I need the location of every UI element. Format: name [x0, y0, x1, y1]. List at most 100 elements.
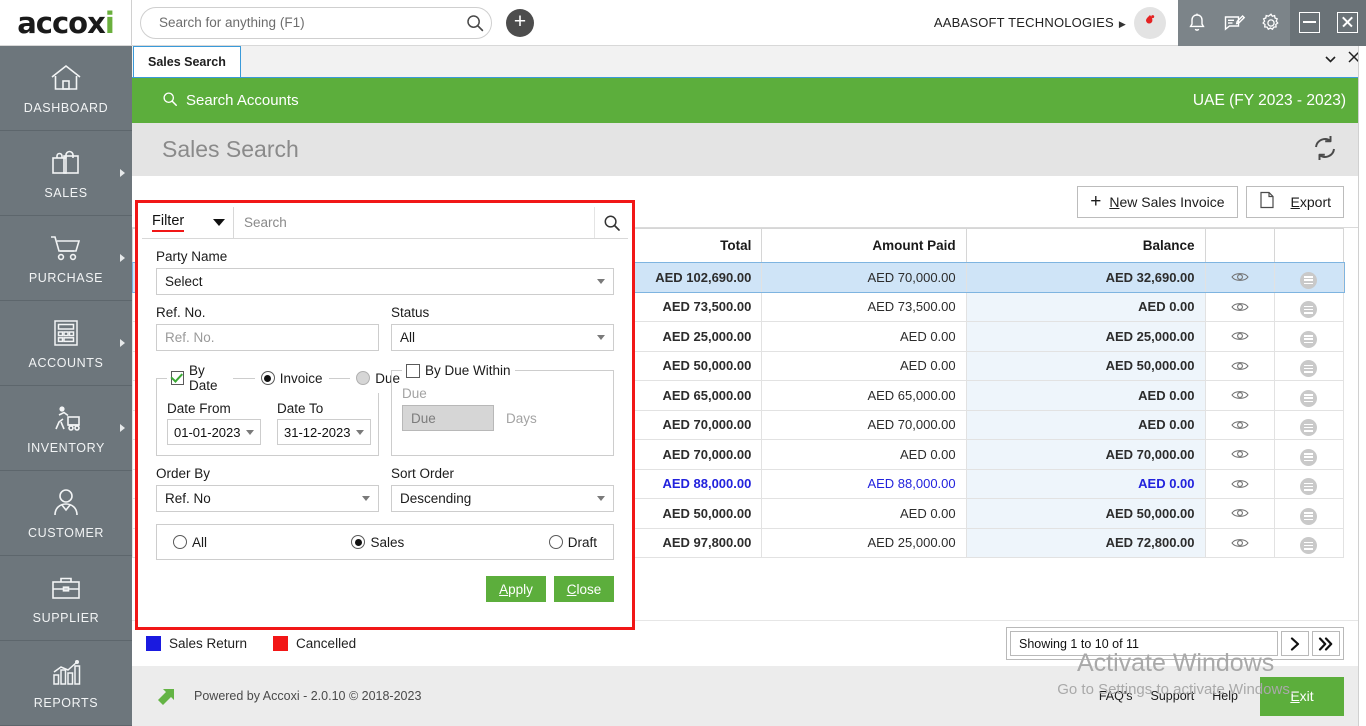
- hamburger-menu-icon[interactable]: [1300, 537, 1317, 554]
- by-date-checkbox-wrap[interactable]: By Date: [171, 363, 227, 393]
- due-days-input[interactable]: Due: [402, 405, 494, 431]
- col-amount-paid[interactable]: Amount Paid: [762, 229, 966, 263]
- next-page-button[interactable]: [1281, 631, 1309, 656]
- link-faqs[interactable]: FAQ's: [1099, 689, 1133, 703]
- sidebar-item-dashboard[interactable]: DASHBOARD: [0, 46, 132, 131]
- row-view-button[interactable]: [1205, 528, 1274, 558]
- window-minimize-button[interactable]: [1299, 12, 1320, 33]
- invoice-radio-wrap[interactable]: Invoice: [261, 371, 323, 386]
- row-view-button[interactable]: [1205, 410, 1274, 440]
- eye-icon[interactable]: [1216, 301, 1264, 313]
- chevron-down-icon[interactable]: [1325, 51, 1336, 66]
- eye-icon[interactable]: [1216, 360, 1264, 372]
- exit-button[interactable]: Exit: [1260, 677, 1344, 716]
- row-view-button[interactable]: [1205, 381, 1274, 411]
- status-select[interactable]: All: [391, 324, 614, 351]
- link-help[interactable]: Help: [1212, 689, 1238, 703]
- apply-button[interactable]: Apply: [486, 576, 546, 602]
- row-view-button[interactable]: [1205, 263, 1274, 293]
- hamburger-menu-icon[interactable]: [1300, 478, 1317, 495]
- ref-no-input[interactable]: Ref. No.: [156, 324, 379, 351]
- row-view-button[interactable]: [1205, 292, 1274, 322]
- row-menu-button[interactable]: [1274, 322, 1343, 352]
- global-search[interactable]: [140, 7, 492, 39]
- eye-icon[interactable]: [1216, 330, 1264, 342]
- last-page-button[interactable]: [1312, 631, 1340, 656]
- sidebar-item-purchase[interactable]: PURCHASE: [0, 216, 132, 301]
- by-due-within-checkbox-wrap[interactable]: By Due Within: [406, 363, 511, 378]
- caret-down-icon: [213, 219, 225, 226]
- row-menu-button[interactable]: [1274, 469, 1343, 499]
- row-menu-button[interactable]: [1274, 499, 1343, 529]
- eye-icon[interactable]: [1216, 537, 1264, 549]
- add-button[interactable]: +: [506, 9, 534, 37]
- row-view-button[interactable]: [1205, 499, 1274, 529]
- export-button[interactable]: Export: [1246, 186, 1344, 218]
- sort-order-select[interactable]: Descending: [391, 485, 614, 512]
- eye-icon[interactable]: [1216, 478, 1264, 490]
- sidebar-item-accounts[interactable]: ACCOUNTS: [0, 301, 132, 386]
- message-icon[interactable]: [1222, 11, 1246, 35]
- eye-icon[interactable]: [1216, 389, 1264, 401]
- gear-icon[interactable]: [1259, 11, 1283, 35]
- company-selector[interactable]: AABASOFT TECHNOLOGIES▶: [934, 15, 1130, 30]
- party-name-select[interactable]: Select: [156, 268, 614, 295]
- row-view-button[interactable]: [1205, 440, 1274, 470]
- eye-icon[interactable]: [1216, 419, 1264, 431]
- eye-icon[interactable]: [1216, 448, 1264, 460]
- tab-sales-search[interactable]: Sales Search: [133, 46, 241, 77]
- row-menu-button[interactable]: [1274, 381, 1343, 411]
- eye-icon[interactable]: [1216, 271, 1264, 283]
- row-menu-button[interactable]: [1274, 528, 1343, 558]
- scope-all-option[interactable]: All: [173, 535, 207, 550]
- scope-all-radio[interactable]: [173, 535, 187, 549]
- link-support[interactable]: Support: [1151, 689, 1195, 703]
- sidebar-item-inventory[interactable]: INVENTORY: [0, 386, 132, 471]
- row-view-button[interactable]: [1205, 351, 1274, 381]
- scope-draft-option[interactable]: Draft: [549, 535, 597, 550]
- window-close-button[interactable]: [1337, 12, 1358, 33]
- sidebar-item-supplier[interactable]: SUPPLIER: [0, 556, 132, 641]
- order-by-select[interactable]: Ref. No: [156, 485, 379, 512]
- filter-search-input[interactable]: [234, 215, 594, 230]
- row-view-button[interactable]: [1205, 469, 1274, 499]
- search-input[interactable]: [159, 15, 465, 30]
- filter-dropdown-toggle[interactable]: Filter: [142, 207, 234, 238]
- invoice-radio[interactable]: [261, 371, 275, 385]
- date-from-input[interactable]: 01-01-2023: [167, 419, 261, 445]
- hamburger-menu-icon[interactable]: [1300, 301, 1317, 318]
- hamburger-menu-icon[interactable]: [1300, 360, 1317, 377]
- scope-sales-radio[interactable]: [351, 535, 365, 549]
- scope-sales-option[interactable]: Sales: [351, 535, 404, 550]
- col-balance[interactable]: Balance: [966, 229, 1205, 263]
- new-sales-invoice-button[interactable]: + New Sales Invoice: [1077, 186, 1237, 218]
- sidebar-item-customer[interactable]: CUSTOMER: [0, 471, 132, 556]
- row-view-button[interactable]: [1205, 322, 1274, 352]
- bell-icon[interactable]: [1185, 11, 1209, 35]
- refresh-icon[interactable]: [1310, 133, 1340, 166]
- date-to-input[interactable]: 31-12-2023: [277, 419, 371, 445]
- hamburger-menu-icon[interactable]: [1300, 419, 1317, 436]
- hamburger-menu-icon[interactable]: [1300, 390, 1317, 407]
- sidebar-item-sales[interactable]: SALES: [0, 131, 132, 216]
- search-icon[interactable]: [465, 13, 485, 33]
- close-button[interactable]: Close: [554, 576, 614, 602]
- hamburger-menu-icon[interactable]: [1300, 272, 1317, 289]
- avatar[interactable]: [1134, 7, 1166, 39]
- hamburger-menu-icon[interactable]: [1300, 449, 1317, 466]
- row-menu-button[interactable]: [1274, 351, 1343, 381]
- by-due-within-checkbox[interactable]: [406, 364, 420, 378]
- sidebar-item-reports[interactable]: REPORTS: [0, 641, 132, 726]
- hamburger-menu-icon[interactable]: [1300, 331, 1317, 348]
- scope-draft-radio[interactable]: [549, 535, 563, 549]
- by-date-checkbox[interactable]: [171, 371, 184, 385]
- row-menu-button[interactable]: [1274, 410, 1343, 440]
- search-icon[interactable]: [594, 207, 628, 238]
- row-menu-button[interactable]: [1274, 440, 1343, 470]
- legend-swatch: [273, 636, 288, 651]
- due-radio[interactable]: [356, 371, 370, 385]
- row-menu-button[interactable]: [1274, 263, 1343, 293]
- row-menu-button[interactable]: [1274, 292, 1343, 322]
- eye-icon[interactable]: [1216, 507, 1264, 519]
- hamburger-menu-icon[interactable]: [1300, 508, 1317, 525]
